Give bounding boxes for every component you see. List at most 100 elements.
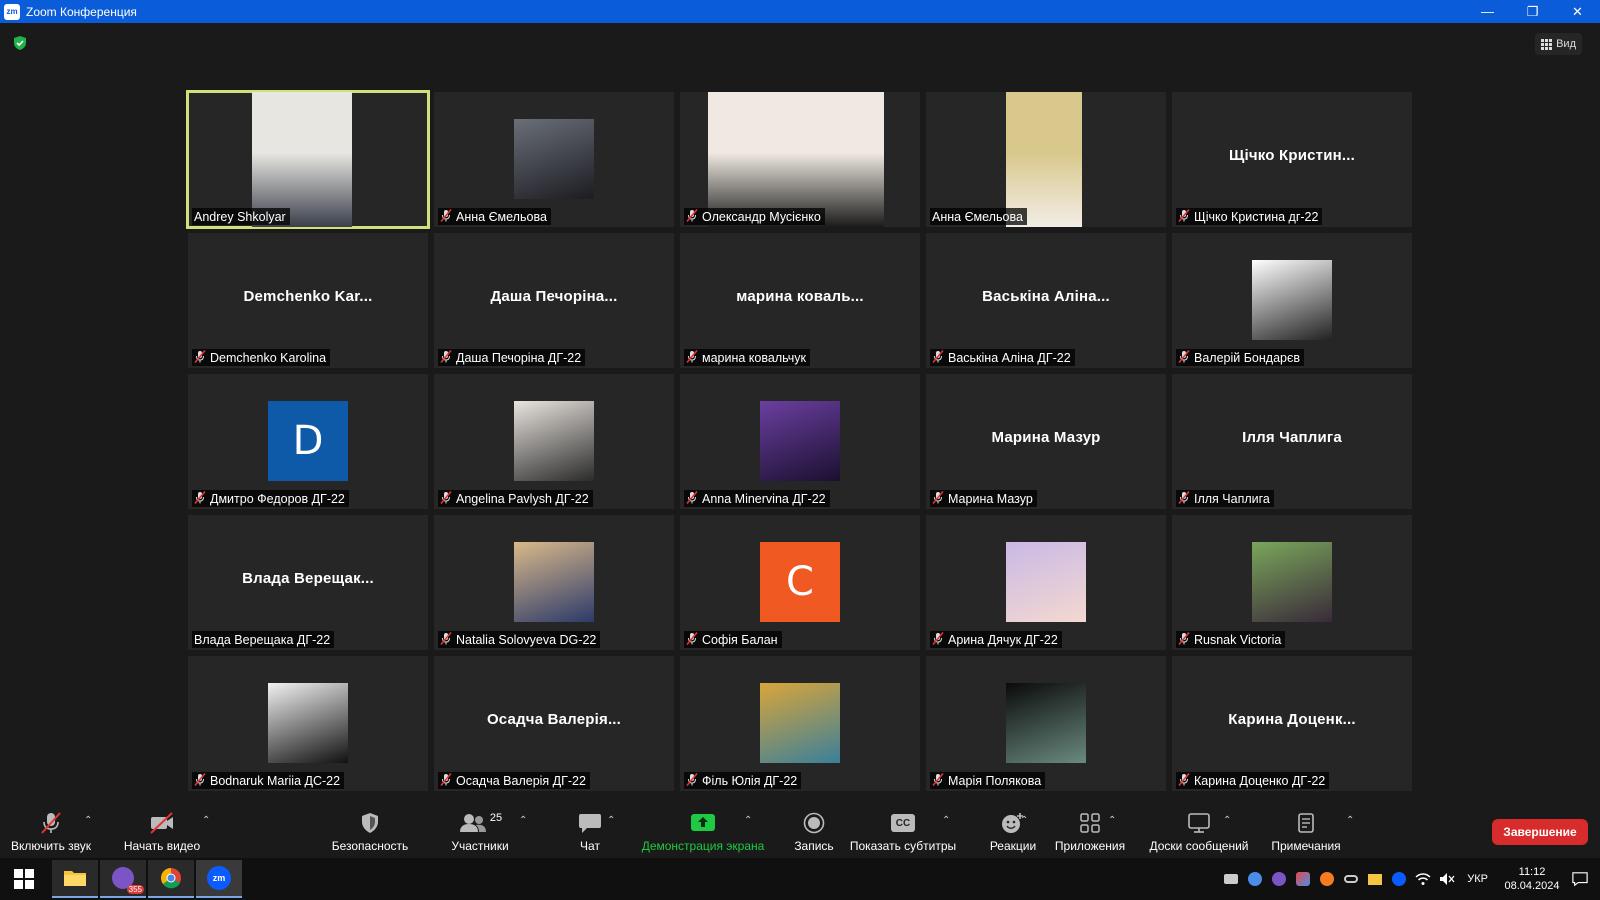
notes-options-chevron-icon[interactable]: ⌃ [1346, 815, 1354, 826]
participant-tile[interactable]: Natalia Solovyeva DG-22 [434, 515, 674, 650]
video-options-chevron-icon[interactable]: ⌃ [202, 815, 210, 826]
share-screen-button[interactable]: Демонстрация экрана [628, 811, 778, 853]
security-button[interactable]: Безопасность [322, 811, 418, 853]
tray-device-icon[interactable] [1223, 871, 1239, 887]
audio-options-chevron-icon[interactable]: ⌃ [84, 815, 92, 826]
participant-name-label: Влада Верещака ДГ-22 [192, 631, 335, 648]
tray-link-icon[interactable] [1343, 871, 1359, 887]
participant-display-name: Карина Доценк... [1228, 711, 1356, 728]
tray-colorful-app-icon[interactable] [1295, 871, 1311, 887]
zoom-logo-icon: zm [4, 3, 20, 20]
participant-tile[interactable]: Анна Ємельова [434, 92, 674, 227]
participant-name-label: Anna Minervina ДГ-22 [684, 490, 830, 507]
view-button[interactable]: Вид [1535, 33, 1582, 55]
microphone-muted-icon [932, 490, 944, 507]
notes-button[interactable]: Примечания [1266, 811, 1346, 853]
participant-tile[interactable]: Demchenko Kar... Demchenko Karolina [188, 233, 428, 368]
participant-display-name: Марина Мазур [991, 429, 1101, 446]
participant-tile[interactable]: Олександр Мусієнко [680, 92, 920, 227]
taskbar-zoom-icon[interactable]: zm [196, 860, 242, 898]
participant-name-label: Васькіна Аліна ДГ-22 [930, 349, 1075, 366]
participant-tile[interactable]: Andrey Shkolyar [186, 90, 430, 229]
participants-count: 25 [489, 812, 503, 824]
language-indicator[interactable]: УКР [1463, 873, 1492, 885]
taskbar-chrome-icon[interactable] [148, 860, 194, 898]
restore-button[interactable]: ❐ [1510, 0, 1555, 23]
participant-name: Andrey Shkolyar [194, 209, 286, 224]
participant-tile[interactable]: Васькіна Аліна... Васькіна Аліна ДГ-22 [926, 233, 1166, 368]
participant-video [708, 92, 884, 227]
reactions-options-chevron-icon[interactable]: ⌃ [1020, 815, 1028, 826]
participant-tile[interactable]: Angelina Pavlysh ДГ-22 [434, 374, 674, 509]
audio-button[interactable]: Включить звук [6, 811, 96, 853]
participant-tile[interactable]: Філь Юлія ДГ-22 [680, 656, 920, 791]
participant-name-label: Анна Ємельова [930, 208, 1027, 225]
participant-tile[interactable]: Rusnak Victoria [1172, 515, 1412, 650]
encryption-shield-icon[interactable] [12, 35, 28, 51]
record-button[interactable]: Запись [780, 811, 848, 853]
participant-tile[interactable]: Валерій Бондарєв [1172, 233, 1412, 368]
participant-name: Марина Мазур [948, 491, 1033, 506]
minimize-button[interactable]: — [1465, 0, 1510, 23]
zoom-app-icon: zm [207, 866, 231, 890]
tray-folder-icon[interactable] [1367, 871, 1383, 887]
end-meeting-button[interactable]: Завершение [1492, 819, 1588, 845]
participant-tile[interactable]: Bodnaruk Mariia ДС-22 [188, 656, 428, 791]
notifications-icon[interactable] [1572, 871, 1588, 887]
participant-avatar [268, 683, 348, 763]
participant-name: Щічко Кристина дг-22 [1194, 209, 1319, 224]
whiteboards-button[interactable]: Доски сообщений [1134, 811, 1264, 853]
participant-name: Анна Ємельова [456, 209, 547, 224]
participant-tile[interactable]: Влада Верещак... Влада Верещака ДГ-22 [188, 515, 428, 650]
tray-viber-icon[interactable] [1271, 871, 1287, 887]
reactions-button[interactable]: Реакции [982, 811, 1044, 853]
title-bar: zm Zoom Конференция — ❐ ✕ [0, 0, 1600, 23]
tray-cloud-icon[interactable] [1247, 871, 1263, 887]
whiteboards-options-chevron-icon[interactable]: ⌃ [1223, 815, 1231, 826]
apps-button[interactable]: Приложения [1044, 811, 1136, 853]
participant-tile[interactable]: Марина Мазур Марина Мазур [926, 374, 1166, 509]
close-button[interactable]: ✕ [1555, 0, 1600, 23]
chat-options-chevron-icon[interactable]: ⌃ [607, 815, 615, 826]
participant-tile[interactable]: марина коваль... марина ковальчук [680, 233, 920, 368]
video-button[interactable]: Начать видео [114, 811, 210, 853]
participant-tile[interactable]: Даша Печоріна... Даша Печоріна ДГ-22 [434, 233, 674, 368]
participant-tile[interactable]: Анна Ємельова [926, 92, 1166, 227]
notes-icon [1298, 813, 1314, 833]
participant-tile[interactable]: D Дмитро Федоров ДГ-22 [188, 374, 428, 509]
participants-button[interactable]: 25 Участники [436, 811, 524, 853]
participant-name-label: Demchenko Karolina [192, 349, 331, 366]
taskbar-file-explorer-icon[interactable] [52, 860, 98, 898]
participants-options-chevron-icon[interactable]: ⌃ [519, 815, 527, 826]
wifi-icon[interactable] [1415, 871, 1431, 887]
participant-display-name: Ілля Чаплига [1242, 429, 1342, 446]
security-shield-icon [362, 813, 378, 833]
participant-tile[interactable]: Ілля Чаплига Ілля Чаплига [1172, 374, 1412, 509]
clock[interactable]: 11:12 08.04.2024 [1500, 865, 1564, 893]
participant-tile[interactable]: Щічко Кристин... Щічко Кристина дг-22 [1172, 92, 1412, 227]
participant-tile[interactable]: Карина Доценк... Карина Доценко ДГ-22 [1172, 656, 1412, 791]
apps-options-chevron-icon[interactable]: ⌃ [1108, 815, 1116, 826]
participant-name-label: Natalia Solovyeva DG-22 [438, 631, 601, 648]
tray-zoom-icon[interactable] [1391, 871, 1407, 887]
participant-tile[interactable]: Осадча Валерія... Осадча Валерія ДГ-22 [434, 656, 674, 791]
participant-tile[interactable]: C Софія Балан [680, 515, 920, 650]
participant-name-label: марина ковальчук [684, 349, 811, 366]
microphone-muted-icon [1178, 490, 1190, 507]
windows-start-icon[interactable] [0, 858, 48, 900]
microphone-muted-icon [686, 631, 698, 648]
whiteboard-icon [1188, 813, 1210, 833]
participant-name-label: Rusnak Victoria [1176, 631, 1286, 648]
participant-name: Олександр Мусієнко [702, 209, 821, 224]
participant-tile[interactable]: Арина Дячук ДГ-22 [926, 515, 1166, 650]
speaker-muted-icon[interactable] [1439, 871, 1455, 887]
participant-avatar [1252, 260, 1332, 340]
participant-tile[interactable]: Марія Полякова [926, 656, 1166, 791]
grid-view-icon [1541, 38, 1553, 50]
captions-options-chevron-icon[interactable]: ⌃ [942, 815, 950, 826]
taskbar-viber-icon[interactable]: 355 [100, 860, 146, 898]
share-options-chevron-icon[interactable]: ⌃ [744, 815, 752, 826]
participant-tile[interactable]: Anna Minervina ДГ-22 [680, 374, 920, 509]
participant-gallery: Andrey Shkolyar Анна Ємельова Олександр Му… [186, 90, 1414, 791]
tray-avast-icon[interactable] [1319, 871, 1335, 887]
